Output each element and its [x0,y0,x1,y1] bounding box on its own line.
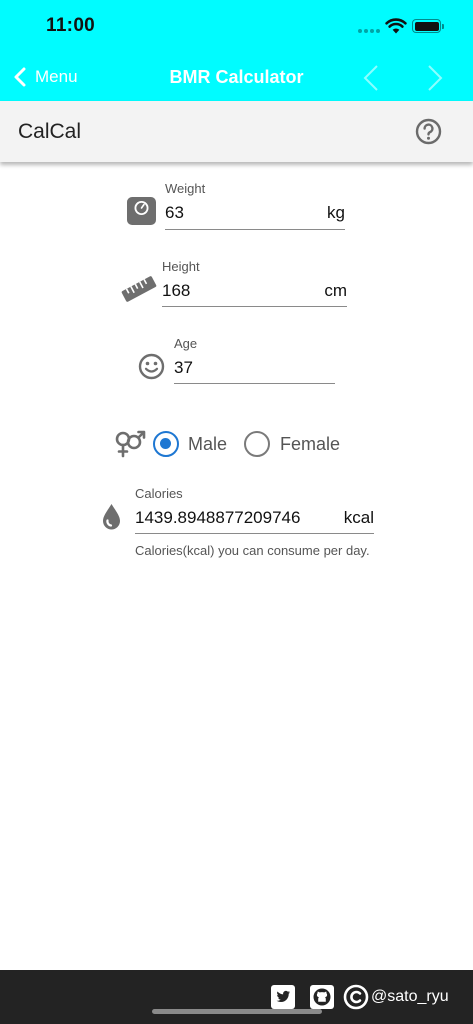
age-label: Age [174,336,198,351]
weight-value: 63 [165,203,184,222]
copyright-icon [343,984,369,1010]
prev-button[interactable] [362,64,380,92]
top-bar: 11:00 Menu BMR Calculator [0,0,473,101]
footer-bar: @sato_ryu [0,970,473,1024]
calories-field: Calories 1439.8948877209746 kcal [135,486,374,534]
app-header: CalCal [0,101,473,162]
gender-label-male[interactable]: Male [188,434,227,455]
gender-label-female[interactable]: Female [280,434,340,455]
gender-radio-male[interactable] [153,431,179,457]
drop-icon [103,504,120,530]
navigation-bar: Menu BMR Calculator [0,54,473,101]
gender-radio-female[interactable] [244,431,270,457]
height-value: 168 [162,281,191,300]
age-field[interactable]: Age 37 [174,336,335,384]
wifi-icon [385,18,407,34]
weight-label: Weight [165,181,206,196]
weight-field[interactable]: Weight 63 kg [165,181,345,230]
height-unit: cm [324,281,347,300]
author-credit[interactable]: @sato_ryu [371,988,449,1006]
calories-label: Calories [135,486,183,501]
gender-icon [115,430,146,458]
page-title: BMR Calculator [169,67,304,87]
weight-unit: kg [327,203,345,222]
cellular-signal-icon [358,29,380,35]
app-brand: CalCal [18,120,82,143]
question-circle-icon[interactable] [415,118,442,145]
smiley-icon [138,353,165,380]
battery-icon [412,19,444,33]
status-bar: 11:00 [0,0,473,54]
ruler-icon [121,276,157,302]
calories-unit: kcal [343,508,374,527]
github-icon[interactable] [310,985,334,1009]
twitter-icon[interactable] [271,985,295,1009]
calories-value: 1439.8948877209746 [135,508,301,527]
home-indicator [152,1009,322,1014]
calories-hint: Calories(kcal) you can consume per day. [135,543,370,558]
status-time: 11:00 [46,15,96,36]
age-value: 37 [174,358,193,377]
scale-icon [127,197,156,225]
height-label: Height [162,259,200,274]
next-button[interactable] [426,64,444,92]
height-field[interactable]: Height 168 cm [162,259,347,307]
